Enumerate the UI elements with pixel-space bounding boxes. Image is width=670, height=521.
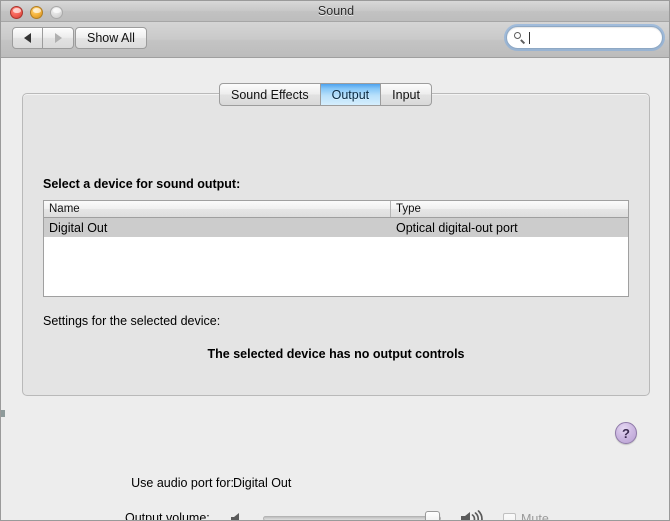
tab-output[interactable]: Output [320, 84, 382, 105]
window-edge-marker [1, 410, 5, 417]
settings-message: The selected device has no output contro… [207, 347, 465, 361]
tab-bar: Sound Effects Output Input [219, 83, 432, 106]
search-input[interactable] [530, 30, 662, 45]
panel-heading: Select a device for sound output: [43, 177, 241, 191]
toolbar: Show All [1, 22, 669, 58]
cell-device-name: Digital Out [49, 220, 108, 235]
sound-preferences-window: Sound Show All Sound Effects Output Inpu… [0, 0, 670, 521]
table-row[interactable]: Digital Out Optical digital-out port [44, 218, 628, 237]
table-header-row: Name Type [44, 201, 628, 218]
chevron-right-icon [54, 33, 62, 43]
forward-button[interactable] [43, 27, 74, 49]
mute-control[interactable]: Mute [503, 512, 549, 521]
window-title: Sound [317, 4, 355, 18]
volume-slider[interactable] [263, 510, 451, 520]
audio-port-row: Use audio port for: Digital Out [1, 476, 669, 492]
tab-input[interactable]: Input [381, 84, 431, 105]
navigation-buttons [12, 27, 74, 49]
settings-label: Settings for the selected device: [43, 314, 221, 328]
tab-sound-effects-label: Sound Effects [231, 87, 309, 102]
audio-port-label: Use audio port for: [131, 476, 234, 490]
show-all-label: Show All [87, 31, 135, 45]
audio-port-value: Digital Out [233, 476, 292, 490]
mute-label: Mute [521, 512, 549, 521]
device-table[interactable]: Name Type Digital Out Optical digital-ou… [43, 200, 629, 297]
help-button[interactable]: ? [615, 422, 637, 444]
tab-output-label: Output [331, 87, 370, 102]
speaker-high-icon [461, 510, 483, 520]
volume-slider-thumb[interactable] [425, 511, 441, 520]
show-all-button[interactable]: Show All [75, 27, 147, 49]
column-header-name[interactable]: Name [44, 201, 391, 217]
back-button[interactable] [12, 27, 43, 49]
tab-sound-effects[interactable]: Sound Effects [220, 84, 321, 105]
cell-device-type: Optical digital-out port [396, 220, 518, 235]
search-icon [514, 31, 526, 44]
mute-checkbox[interactable] [503, 512, 516, 520]
output-volume-label: Output volume: [125, 511, 210, 521]
help-button-label: ? [622, 425, 630, 441]
chevron-left-icon [24, 33, 31, 43]
title-bar: Sound [1, 1, 669, 22]
volume-slider-track[interactable] [263, 516, 441, 520]
speaker-low-icon [231, 513, 239, 520]
search-field[interactable] [506, 26, 663, 49]
column-header-type[interactable]: Type [391, 201, 628, 217]
output-volume-row: Output volume: Mute [1, 510, 669, 521]
preferences-body: Sound Effects Output Input Select a devi… [1, 58, 669, 521]
tab-input-label: Input [392, 87, 420, 102]
